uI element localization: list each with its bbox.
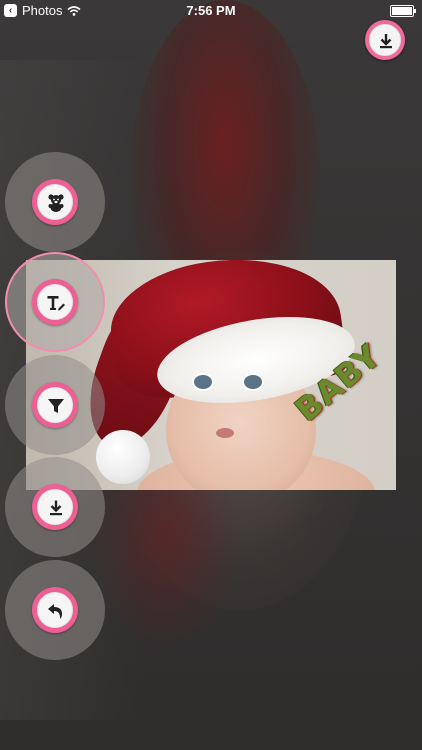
download-icon: [380, 34, 392, 49]
status-bar: ‹ Photos 7:56 PM: [0, 0, 422, 22]
hat-pompom: [96, 430, 150, 484]
baby-eye-right: [242, 373, 264, 391]
baby-eye-left: [192, 373, 214, 391]
top-save-button[interactable]: [365, 20, 405, 60]
baby-mouth: [216, 428, 234, 438]
undo-icon: [48, 604, 62, 619]
download-icon: [50, 500, 62, 516]
filter-icon: [48, 399, 64, 413]
status-time: 7:56 PM: [186, 3, 236, 18]
save-tool-button[interactable]: [5, 457, 105, 557]
sticker-tool-button[interactable]: [5, 152, 105, 252]
battery-icon: [390, 5, 416, 17]
teddy-bear-icon: [48, 194, 64, 212]
text-tool-button[interactable]: [5, 252, 105, 352]
text-edit-icon: [47, 296, 65, 311]
filter-tool-button[interactable]: [5, 355, 105, 455]
undo-tool-button[interactable]: [5, 560, 105, 660]
